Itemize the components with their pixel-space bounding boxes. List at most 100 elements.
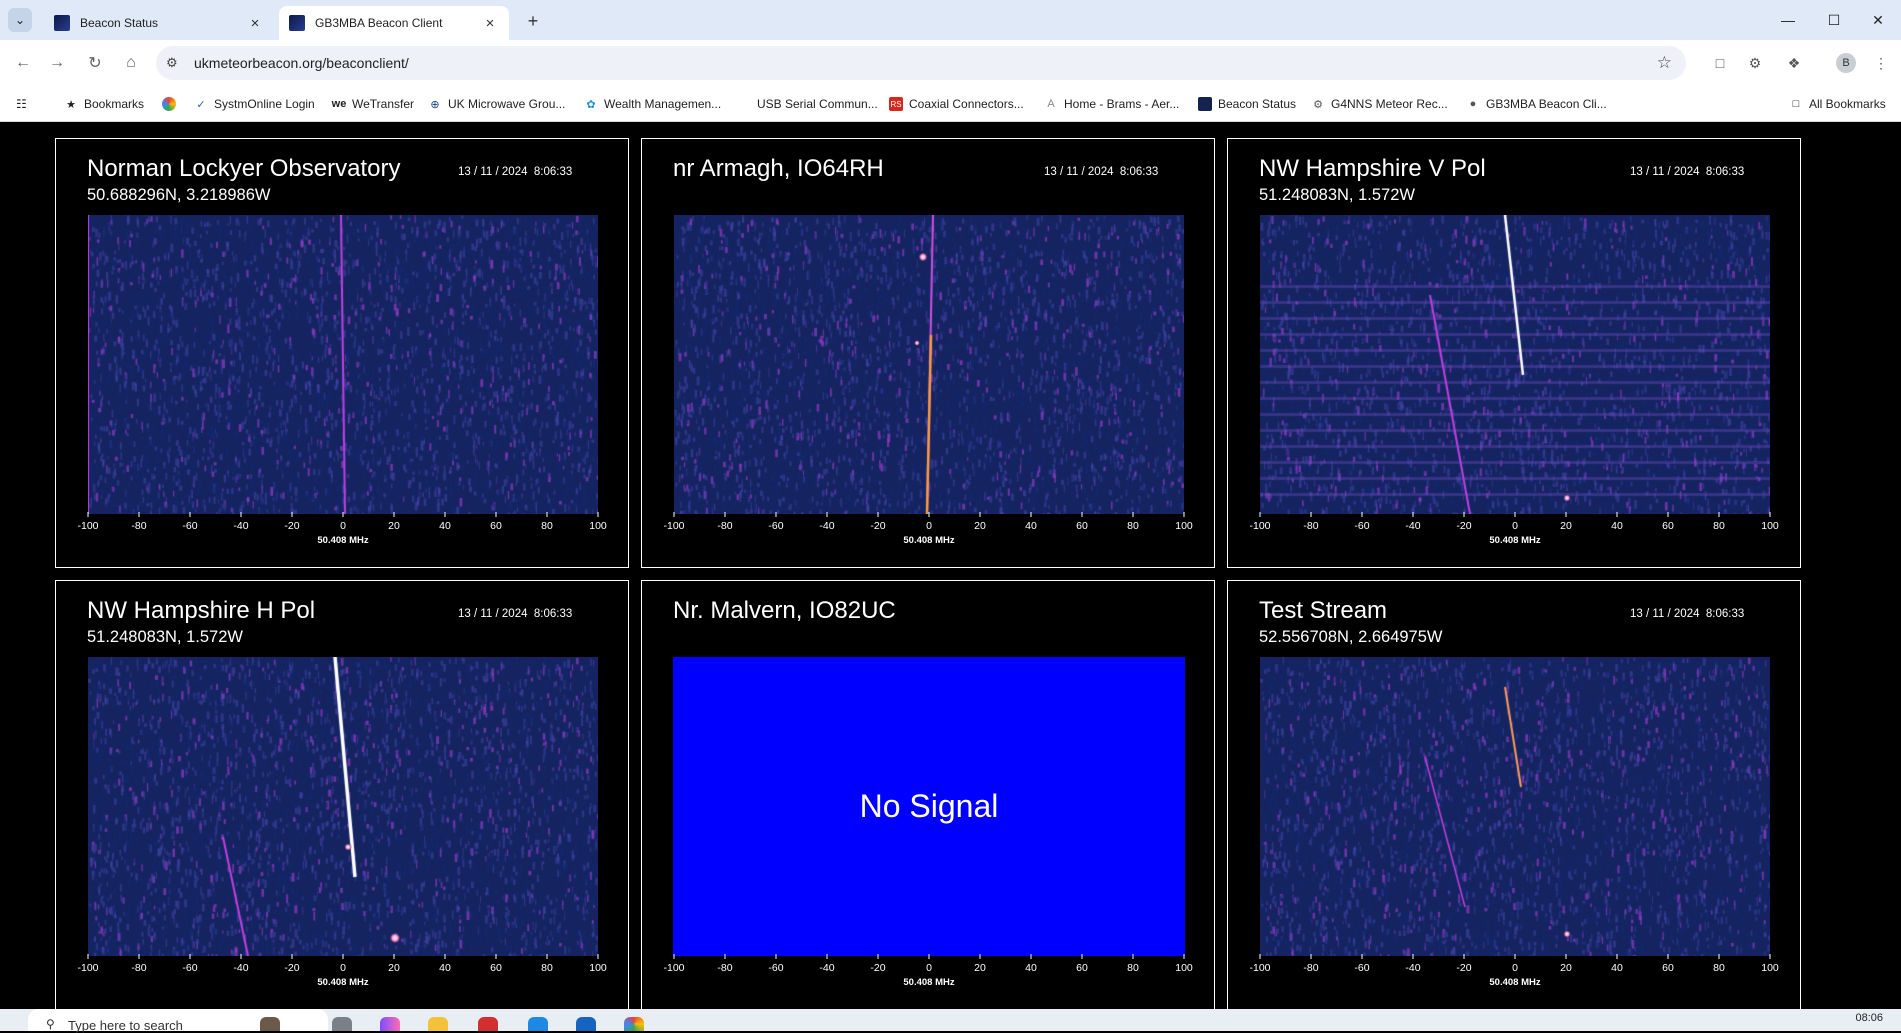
panel-station-name: Nr. Malvern, IO82UC bbox=[673, 597, 896, 624]
bookmark-item[interactable]: RS Coaxial Connectors... bbox=[889, 94, 1024, 114]
system-clock: 08:06 bbox=[1855, 1012, 1883, 1024]
axis-tick-label: -80 bbox=[717, 962, 732, 974]
bookmark-item[interactable]: ⊕ UK Microwave Grou... bbox=[428, 94, 565, 114]
close-tab-icon[interactable]: × bbox=[481, 14, 499, 32]
axis-tick-label: -100 bbox=[663, 520, 684, 532]
axis-tick-label: -100 bbox=[77, 962, 98, 974]
axis-tick-label: 80 bbox=[1713, 520, 1725, 532]
forward-button[interactable]: → bbox=[44, 50, 70, 76]
beacon-panel-armagh: nr Armagh, IO64RH 13 / 11 / 2024 8:06:33… bbox=[641, 138, 1215, 568]
axis-tick-label: -80 bbox=[131, 962, 146, 974]
spectrogram bbox=[674, 215, 1184, 514]
all-bookmarks-button[interactable]: □ All Bookmarks bbox=[1789, 94, 1886, 114]
reload-button[interactable]: ↻ bbox=[82, 50, 108, 76]
close-window-button[interactable]: ✕ bbox=[1855, 0, 1901, 40]
spectrogram bbox=[1260, 215, 1770, 514]
home-icon: ⌂ bbox=[126, 54, 136, 71]
axis-tick-label: 0 bbox=[340, 520, 346, 532]
tab-search-button[interactable]: ⌄ bbox=[8, 8, 32, 32]
site-settings-icon[interactable]: ⚙ bbox=[166, 55, 178, 71]
panel-station-name: nr Armagh, IO64RH bbox=[673, 155, 884, 182]
outlook-icon[interactable] bbox=[576, 1017, 596, 1031]
axis-tick-label: -100 bbox=[663, 962, 684, 974]
beacon-favicon-icon bbox=[54, 15, 70, 31]
bookmark-item[interactable]: ● GB3MBA Beacon Cli... bbox=[1466, 94, 1607, 114]
bookmark-star-icon[interactable]: ☆ bbox=[1657, 53, 1672, 73]
frequency-axis: -100 -80 -60 -40 -20 0 20 40 60 80 100 50.408 MHz bbox=[77, 954, 607, 988]
frequency-axis: -100 -80 -60 -40 -20 0 20 40 60 80 100 50.408 MHz bbox=[663, 954, 1193, 988]
panel-coordinates: 51.248083N, 1.572W bbox=[87, 628, 243, 646]
beacon-panel-nw-hampshire-v: NW Hampshire V Pol 13 / 11 / 2024 8:06:3… bbox=[1227, 138, 1801, 568]
extension-tractor-icon[interactable]: ⚙ bbox=[1744, 52, 1766, 74]
axis-tick-label: -80 bbox=[1303, 962, 1318, 974]
url-text[interactable]: ukmeteorbeacon.org/beaconclient/ bbox=[194, 55, 409, 71]
axis-tick-label: 80 bbox=[1127, 962, 1139, 974]
panel-station-name: Test Stream bbox=[1259, 597, 1388, 624]
browser-toolbar: ← → ↻ ⌂ ⚙ ukmeteorbeacon.org/beaconclien… bbox=[0, 40, 1901, 86]
pdf-app-icon[interactable] bbox=[478, 1017, 498, 1031]
axis-tick-label: 60 bbox=[490, 520, 502, 532]
axis-tick-label: -40 bbox=[233, 520, 248, 532]
bookmark-item[interactable]: USB Serial Commun... bbox=[757, 94, 878, 114]
file-explorer-icon[interactable] bbox=[428, 1017, 448, 1031]
systmonline-icon: ✓ bbox=[196, 98, 206, 111]
arrow-left-icon: ← bbox=[15, 54, 31, 71]
axis-tick-label: 60 bbox=[1076, 962, 1088, 974]
panel-datetime: 13 / 11 / 2024 8:06:33 bbox=[458, 166, 573, 178]
tab-beacon-client[interactable]: GB3MBA Beacon Client × bbox=[279, 6, 509, 40]
axis-tick-label: -60 bbox=[182, 520, 197, 532]
weather-pirate-icon[interactable] bbox=[260, 1017, 280, 1031]
bookmarks-bar: ☷ ★ Bookmarks ✓ SystmOnline Login we WeTran… bbox=[0, 86, 1901, 122]
bookmark-item[interactable]: ✓ SystmOnline Login bbox=[194, 94, 314, 114]
axis-tick-label: -100 bbox=[1249, 520, 1270, 532]
axis-tick-label: 0 bbox=[1512, 962, 1518, 974]
axis-tick-label: 20 bbox=[1560, 962, 1572, 974]
beacon-panel-nw-hampshire-h: NW Hampshire H Pol 13 / 11 / 2024 8:06:3… bbox=[55, 580, 629, 1010]
back-button[interactable]: ← bbox=[10, 50, 36, 76]
task-view-icon[interactable] bbox=[332, 1017, 352, 1031]
panel-coordinates: 52.556708N, 2.664975W bbox=[1259, 628, 1443, 646]
maximize-button[interactable]: ☐ bbox=[1811, 0, 1857, 40]
axis-tick-label: -40 bbox=[819, 962, 834, 974]
taskbar-search[interactable]: ⚲ Type here to search bbox=[28, 1009, 328, 1033]
bookmark-item[interactable]: ⚙ G4NNS Meteor Rec... bbox=[1311, 94, 1448, 114]
chrome-icon[interactable] bbox=[624, 1017, 644, 1031]
globe-icon: ● bbox=[1469, 98, 1477, 110]
axis-tick-label: -80 bbox=[717, 520, 732, 532]
axis-tick-label: -60 bbox=[768, 962, 783, 974]
address-bar[interactable]: ⚙ ukmeteorbeacon.org/beaconclient/ ☆ bbox=[156, 46, 1686, 80]
new-tab-button[interactable]: + bbox=[522, 10, 544, 32]
profile-avatar[interactable]: B bbox=[1836, 53, 1856, 73]
axis-tick-label: -20 bbox=[1456, 962, 1471, 974]
axis-tick-label: 20 bbox=[1560, 520, 1572, 532]
axis-tick-label: 40 bbox=[1611, 520, 1623, 532]
axis-tick-label: 0 bbox=[926, 520, 932, 532]
bookmark-item[interactable]: ★ Bookmarks bbox=[64, 94, 144, 114]
tab-beacon-status[interactable]: Beacon Status × bbox=[44, 6, 274, 40]
bookmark-item[interactable] bbox=[162, 94, 182, 114]
minimize-button[interactable]: — bbox=[1765, 0, 1811, 40]
home-button[interactable]: ⌂ bbox=[118, 50, 144, 76]
star-icon: ★ bbox=[66, 98, 76, 111]
axis-tick-label: -80 bbox=[1303, 520, 1318, 532]
bookmark-item[interactable]: Beacon Status bbox=[1198, 94, 1296, 114]
axis-tick-label: 100 bbox=[1761, 962, 1779, 974]
axis-tick-label: -60 bbox=[1354, 962, 1369, 974]
panel-station-name: NW Hampshire H Pol bbox=[87, 597, 316, 624]
menu-kebab-icon[interactable]: ⋮ bbox=[1870, 52, 1892, 74]
extensions-puzzle-icon[interactable]: ❖ bbox=[1783, 52, 1805, 74]
bookmark-item[interactable]: we WeTransfer bbox=[332, 94, 414, 114]
beacon-icon bbox=[1198, 97, 1212, 111]
tab-title: GB3MBA Beacon Client bbox=[315, 16, 443, 30]
edge-icon[interactable] bbox=[528, 1017, 548, 1031]
bookmark-item[interactable]: A Home - Brams - Aer... bbox=[1044, 94, 1179, 114]
bookmark-item[interactable]: ✿ Wealth Managemen... bbox=[584, 94, 721, 114]
axis-tick-label: 100 bbox=[1175, 962, 1193, 974]
copilot-icon[interactable] bbox=[380, 1017, 400, 1031]
extension-icon[interactable]: □ bbox=[1709, 52, 1731, 74]
beacon-panel-malvern: Nr. Malvern, IO82UC No Signal -100 -80 -60… bbox=[641, 580, 1215, 1010]
apps-grid-icon[interactable]: ☷ bbox=[16, 94, 27, 114]
axis-tick-label: 60 bbox=[1662, 520, 1674, 532]
axis-tick-label: -20 bbox=[284, 520, 299, 532]
close-tab-icon[interactable]: × bbox=[246, 14, 264, 32]
